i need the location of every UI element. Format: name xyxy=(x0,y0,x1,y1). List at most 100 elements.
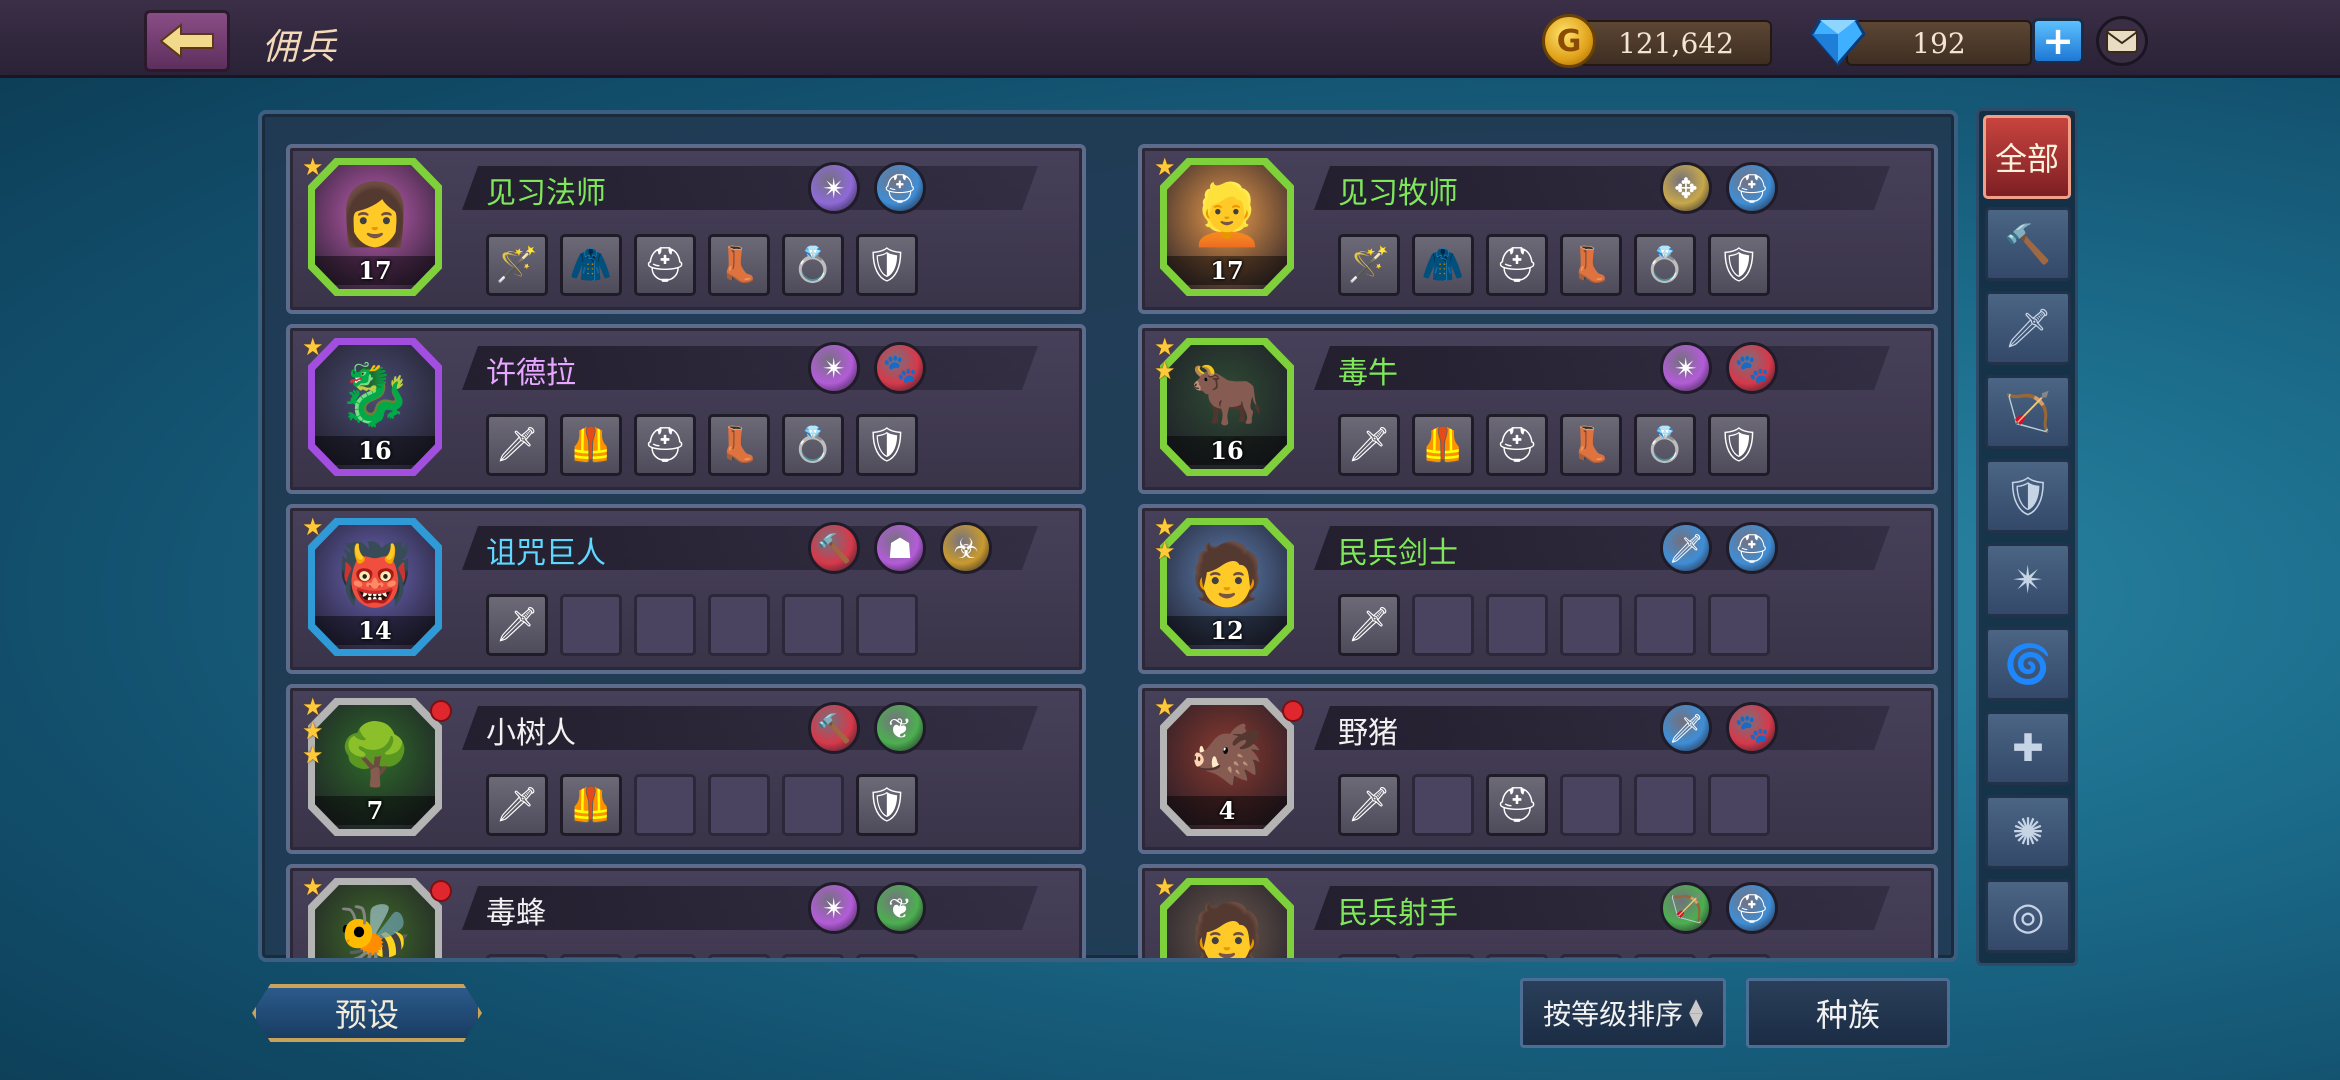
mercenary-card[interactable]: ★ 👩 17 见习法师 ✴ ⛑ 🪄 🧥 ⛑ 👢 💍 🛡 xyxy=(286,144,1086,314)
equipment-slot-filled[interactable]: 🛡 xyxy=(1708,234,1770,296)
mercenary-portrait[interactable]: 🧑 xyxy=(1160,878,1294,962)
sort-by-level-button[interactable]: 按等级排序 ▲ ▼ xyxy=(1520,978,1726,1048)
filter-spiral-icon[interactable]: 🌀 xyxy=(1985,627,2071,701)
mercenary-list-panel[interactable]: ★ 👩 17 见习法师 ✴ ⛑ 🪄 🧥 ⛑ 👢 💍 🛡 ★ 👱 17 见习牧师 ✥ ⛑ 🪄 🧥 ⛑ 👢 💍 🛡 ★ 🐉 16 许德拉 ✴… xyxy=(258,110,1958,962)
equipment-slot-filled[interactable]: 🗡 xyxy=(1338,774,1400,836)
mercenary-card[interactable]: ★ 👹 14 诅咒巨人 🔨 ☗ ☣ 🗡 xyxy=(286,504,1086,674)
equipment-slot-filled[interactable]: 🗡 xyxy=(486,594,548,656)
hero-face-icon: 🧑 xyxy=(1189,900,1265,962)
equipment-slot-empty[interactable] xyxy=(1486,594,1548,656)
equipment-slot-filled[interactable]: 🦺 xyxy=(1412,414,1474,476)
equipment-slot-empty[interactable] xyxy=(1634,954,1696,958)
equipment-slot-filled[interactable]: 👢 xyxy=(1560,414,1622,476)
equipment-slot-filled[interactable]: 🗡 xyxy=(1338,414,1400,476)
equipment-slot-empty[interactable] xyxy=(782,594,844,656)
equipment-slot-filled[interactable]: 🧥 xyxy=(1412,234,1474,296)
equipment-slot-filled[interactable]: 🗡 xyxy=(486,774,548,836)
equipment-slot-empty[interactable] xyxy=(782,954,844,958)
equipment-slot-empty[interactable] xyxy=(1338,954,1400,958)
equipment-slot-empty[interactable] xyxy=(856,594,918,656)
equipment-slot-filled[interactable]: ⛑ xyxy=(1486,774,1548,836)
equipment-slot-empty[interactable] xyxy=(1560,774,1622,836)
equipment-slot-filled[interactable]: 🗡 xyxy=(486,414,548,476)
equipment-slot-empty[interactable] xyxy=(560,954,622,958)
equipment-slot-filled[interactable]: 💍 xyxy=(1634,414,1696,476)
mercenary-portrait[interactable]: 🐉 16 xyxy=(308,338,442,476)
mercenary-portrait[interactable]: 🐗 4 xyxy=(1160,698,1294,836)
equipment-slot-filled[interactable]: ⛑ xyxy=(1486,234,1548,296)
mercenary-card[interactable]: ★ 🐗 4 野猪 🗡 🐾 🗡 ⛑ xyxy=(1138,684,1938,854)
equipment-slot-empty[interactable] xyxy=(1412,774,1474,836)
mercenary-card[interactable]: ★ ★ ★ 🌳 7 小树人 🔨 ❦ 🗡 🦺 🛡 xyxy=(286,684,1086,854)
equipment-slot-filled[interactable]: 🪄 xyxy=(1338,234,1400,296)
mercenary-card[interactable]: ★ 🧑 民兵射手 🏹 ⛑ xyxy=(1138,864,1938,962)
mercenary-portrait[interactable]: 🐝 xyxy=(308,878,442,958)
equipment-slot-empty[interactable] xyxy=(1560,594,1622,656)
equipment-slot-empty[interactable] xyxy=(708,594,770,656)
mail-button[interactable] xyxy=(2096,16,2148,66)
equipment-slot-filled[interactable]: ⛑ xyxy=(634,414,696,476)
equipment-slot-filled[interactable]: ⛑ xyxy=(1486,414,1548,476)
equipment-slot-empty[interactable] xyxy=(1634,594,1696,656)
equipment-slot-empty[interactable] xyxy=(782,774,844,836)
equipment-slot-filled[interactable]: 🦺 xyxy=(560,774,622,836)
equipment-slot-filled[interactable]: 🛡 xyxy=(856,234,918,296)
equipment-slot-empty[interactable] xyxy=(708,954,770,958)
equipment-slot-filled[interactable]: 🪄 xyxy=(486,234,548,296)
mercenary-portrait[interactable]: 👱 17 xyxy=(1160,158,1294,296)
equipment-slot-filled[interactable]: 🧥 xyxy=(560,234,622,296)
equipment-slot-empty[interactable] xyxy=(1486,954,1548,958)
equipment-slot-empty[interactable] xyxy=(1708,774,1770,836)
mercenary-portrait[interactable]: 🧑 12 xyxy=(1160,518,1294,656)
equipment-slot-empty[interactable] xyxy=(856,954,918,958)
mercenary-portrait[interactable]: 🌳 7 xyxy=(308,698,442,836)
equipment-slot-filled[interactable]: 🦺 xyxy=(560,414,622,476)
equipment-slot-empty[interactable] xyxy=(634,774,696,836)
equipment-slot-empty[interactable] xyxy=(708,774,770,836)
equipment-slot-filled[interactable]: 🛡 xyxy=(1708,414,1770,476)
filter-arcane-icon[interactable]: ✴ xyxy=(1985,543,2071,617)
filter-bow-icon[interactable]: 🏹 xyxy=(1985,375,2071,449)
filter-shield-icon[interactable]: 🛡 xyxy=(1985,459,2071,533)
equipment-slot-empty[interactable] xyxy=(1412,954,1474,958)
filter-holy-cross-icon[interactable]: ✚ xyxy=(1985,711,2071,785)
equipment-slot-filled[interactable]: 👢 xyxy=(1560,234,1622,296)
race-filter-button[interactable]: 种族 xyxy=(1746,978,1950,1048)
equipment-slot-filled[interactable]: 💍 xyxy=(1634,234,1696,296)
filter-target-icon[interactable]: ◎ xyxy=(1985,879,2071,953)
equipment-slot-filled[interactable]: 👢 xyxy=(708,234,770,296)
filter-hammer-icon[interactable]: 🔨 xyxy=(1985,207,2071,281)
equipment-slot-empty[interactable] xyxy=(1560,954,1622,958)
equipment-slot-empty[interactable] xyxy=(560,594,622,656)
equipment-slot-empty[interactable] xyxy=(1708,594,1770,656)
equipment-slot-empty[interactable] xyxy=(1634,774,1696,836)
equipment-slot-filled[interactable]: 👢 xyxy=(708,414,770,476)
equipment-slot-empty[interactable] xyxy=(1412,594,1474,656)
equipment-slot-filled[interactable]: 🛡 xyxy=(856,774,918,836)
mercenary-card[interactable]: ★ 👱 17 见习牧师 ✥ ⛑ 🪄 🧥 ⛑ 👢 💍 🛡 xyxy=(1138,144,1938,314)
equipment-row: 🗡 🦺 🛡 xyxy=(486,774,918,836)
equipment-slot-filled[interactable]: 💍 xyxy=(782,234,844,296)
equipment-slot-empty[interactable] xyxy=(486,954,548,958)
equipment-slot-filled[interactable]: 🛡 xyxy=(856,414,918,476)
filter-sword-icon[interactable]: 🗡 xyxy=(1985,291,2071,365)
equipment-slot-filled[interactable]: 💍 xyxy=(782,414,844,476)
preset-button[interactable]: 预设 xyxy=(252,984,482,1042)
equipment-slot-empty[interactable] xyxy=(634,954,696,958)
gold-amount: 121,642 xyxy=(1618,26,1734,60)
filter-all-button[interactable]: 全部 xyxy=(1983,115,2071,199)
mercenary-portrait[interactable]: 🐂 16 xyxy=(1160,338,1294,476)
mercenary-portrait[interactable]: 👩 17 xyxy=(308,158,442,296)
mercenary-portrait[interactable]: 👹 14 xyxy=(308,518,442,656)
back-button[interactable] xyxy=(144,10,230,72)
equipment-slot-filled[interactable]: 🗡 xyxy=(1338,594,1400,656)
mercenary-card[interactable]: ★ 🐝 毒蜂 ✴ ❦ xyxy=(286,864,1086,958)
add-gems-button[interactable]: + xyxy=(2032,18,2084,64)
equipment-slot-empty[interactable] xyxy=(1708,954,1770,958)
mercenary-card[interactable]: ★ ★ 🧑 12 民兵剑士 🗡 ⛑ 🗡 xyxy=(1138,504,1938,674)
filter-claw-icon[interactable]: ✺ xyxy=(1985,795,2071,869)
equipment-slot-filled[interactable]: ⛑ xyxy=(634,234,696,296)
equipment-slot-empty[interactable] xyxy=(634,594,696,656)
mercenary-card[interactable]: ★ 🐉 16 许德拉 ✴ 🐾 🗡 🦺 ⛑ 👢 💍 🛡 xyxy=(286,324,1086,494)
mercenary-card[interactable]: ★ ★ 🐂 16 毒牛 ✴ 🐾 🗡 🦺 ⛑ 👢 💍 🛡 xyxy=(1138,324,1938,494)
